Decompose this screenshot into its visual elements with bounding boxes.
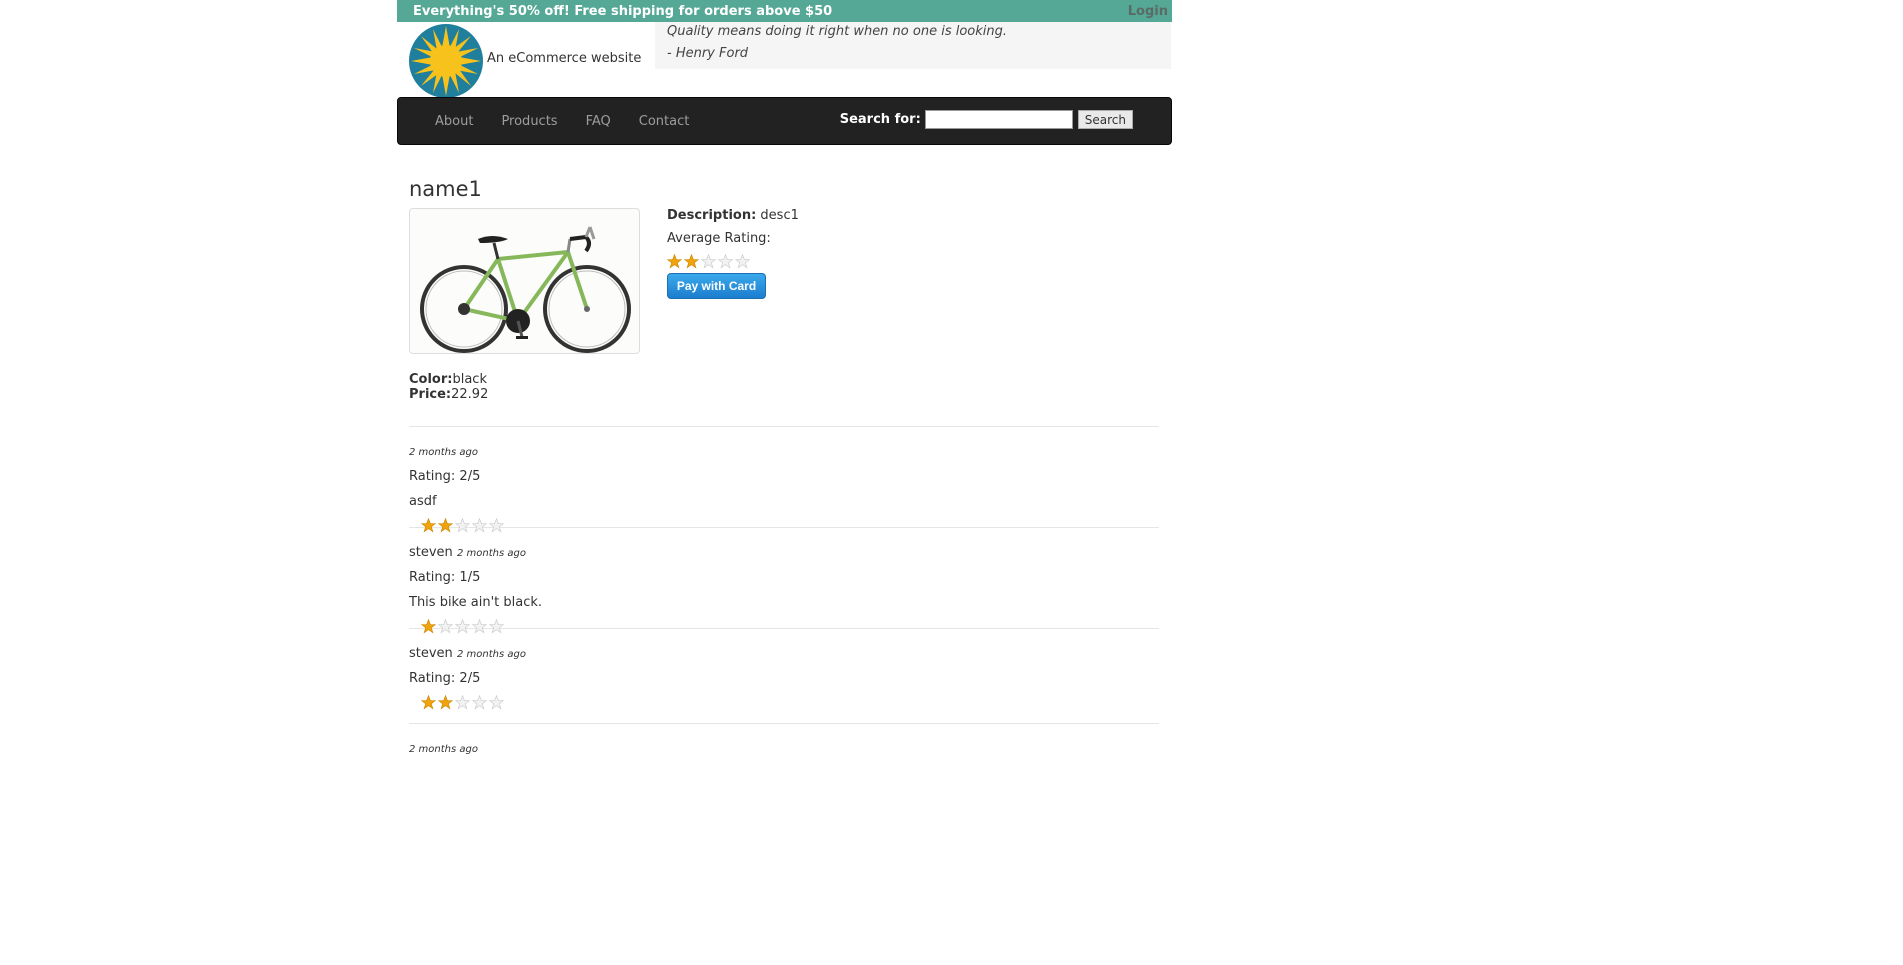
description-label: Description: — [667, 208, 757, 223]
review-time: 2 months ago — [456, 548, 526, 559]
star-empty-icon — [455, 695, 470, 710]
star-filled-icon — [421, 695, 436, 710]
review-user: steven — [409, 646, 453, 661]
star-empty-icon — [438, 619, 453, 634]
quote-box: Quality means doing it right when no one… — [655, 22, 1171, 69]
review-comment: asdf — [409, 494, 437, 509]
review-time: 2 months ago — [409, 744, 478, 755]
review-comment: This bike ain't black. — [409, 595, 543, 610]
nav-about[interactable]: About — [421, 114, 487, 129]
star-empty-icon — [472, 695, 487, 710]
star-empty-icon — [472, 619, 487, 634]
star-empty-icon — [735, 254, 750, 269]
product-specs: Color:black Price:22.92 — [409, 372, 488, 402]
product-details: Description: desc1 Average Rating: Pay w… — [667, 208, 799, 299]
review-rating: Rating: 2/5 — [409, 469, 481, 484]
star-empty-icon — [489, 695, 504, 710]
search-button[interactable]: Search — [1077, 110, 1133, 129]
star-filled-icon — [421, 518, 436, 533]
review-item: 2 months ago — [409, 723, 1159, 824]
search-form: Search for: Search — [840, 110, 1133, 129]
star-empty-icon — [489, 518, 504, 533]
star-empty-icon — [489, 619, 504, 634]
color-value: black — [452, 372, 487, 387]
site-tagline: An eCommerce website — [487, 51, 642, 66]
review-stars — [421, 695, 1159, 710]
average-rating-stars — [667, 254, 799, 269]
review-time: 2 months ago — [409, 447, 478, 458]
star-filled-icon — [438, 518, 453, 533]
review-meta: 2 months ago — [409, 741, 1159, 756]
review-rating: Rating: 2/5 — [409, 671, 481, 686]
promo-text: Everything's 50% off! Free shipping for … — [413, 3, 833, 19]
color-row: Color:black — [409, 372, 488, 387]
star-filled-icon — [438, 695, 453, 710]
search-label: Search for: — [839, 112, 921, 127]
star-empty-icon — [455, 518, 470, 533]
review-user: steven — [409, 545, 453, 560]
promo-banner: Everything's 50% off! Free shipping for … — [397, 0, 1172, 22]
review-item: steven 2 months ago Rating: 1/5 This bik… — [409, 527, 1159, 634]
price-label: Price: — [409, 387, 452, 402]
star-filled-icon — [421, 619, 436, 634]
nav-products[interactable]: Products — [487, 114, 571, 129]
description-row: Description: desc1 — [667, 208, 799, 231]
price-value: 22.92 — [451, 387, 489, 402]
price-row: Price:22.92 — [409, 387, 488, 402]
review-meta: 2 months ago — [409, 444, 1159, 459]
star-filled-icon — [667, 254, 682, 269]
bicycle-image — [420, 226, 631, 353]
site-header: An eCommerce website Quality means doing… — [397, 22, 1172, 98]
star-empty-icon — [701, 254, 716, 269]
review-meta: steven 2 months ago — [409, 545, 1159, 560]
star-filled-icon — [684, 254, 699, 269]
star-empty-icon — [472, 518, 487, 533]
nav-contact[interactable]: Contact — [625, 114, 704, 129]
nav-links: About Products FAQ Contact — [421, 114, 703, 129]
search-input[interactable] — [924, 110, 1073, 129]
review-rating: Rating: 1/5 — [409, 570, 481, 585]
quote-author: - Henry Ford — [667, 46, 749, 61]
color-label: Color: — [409, 372, 453, 387]
sun-logo-icon[interactable] — [409, 24, 483, 98]
page: Everything's 50% off! Free shipping for … — [397, 0, 1172, 755]
star-empty-icon — [718, 254, 733, 269]
navbar: About Products FAQ Contact Search for: S… — [397, 97, 1172, 145]
review-meta: steven 2 months ago — [409, 646, 1159, 661]
description-value: desc1 — [760, 208, 799, 223]
nav-faq[interactable]: FAQ — [572, 114, 625, 129]
product-image — [409, 208, 640, 354]
review-time: 2 months ago — [456, 649, 526, 660]
pay-with-card-button[interactable]: Pay with Card — [667, 273, 766, 299]
product-title: name1 — [409, 177, 482, 201]
reviews-list: 2 months ago Rating: 2/5 asdf steven 2 m… — [409, 426, 1159, 824]
review-item: 2 months ago Rating: 2/5 asdf — [409, 426, 1159, 533]
quote-text: Quality means doing it right when no one… — [667, 24, 1008, 39]
star-empty-icon — [455, 619, 470, 634]
review-item: steven 2 months ago Rating: 2/5 — [409, 628, 1159, 723]
login-link[interactable]: Login — [1128, 4, 1172, 19]
avg-rating-label: Average Rating: — [667, 231, 771, 246]
